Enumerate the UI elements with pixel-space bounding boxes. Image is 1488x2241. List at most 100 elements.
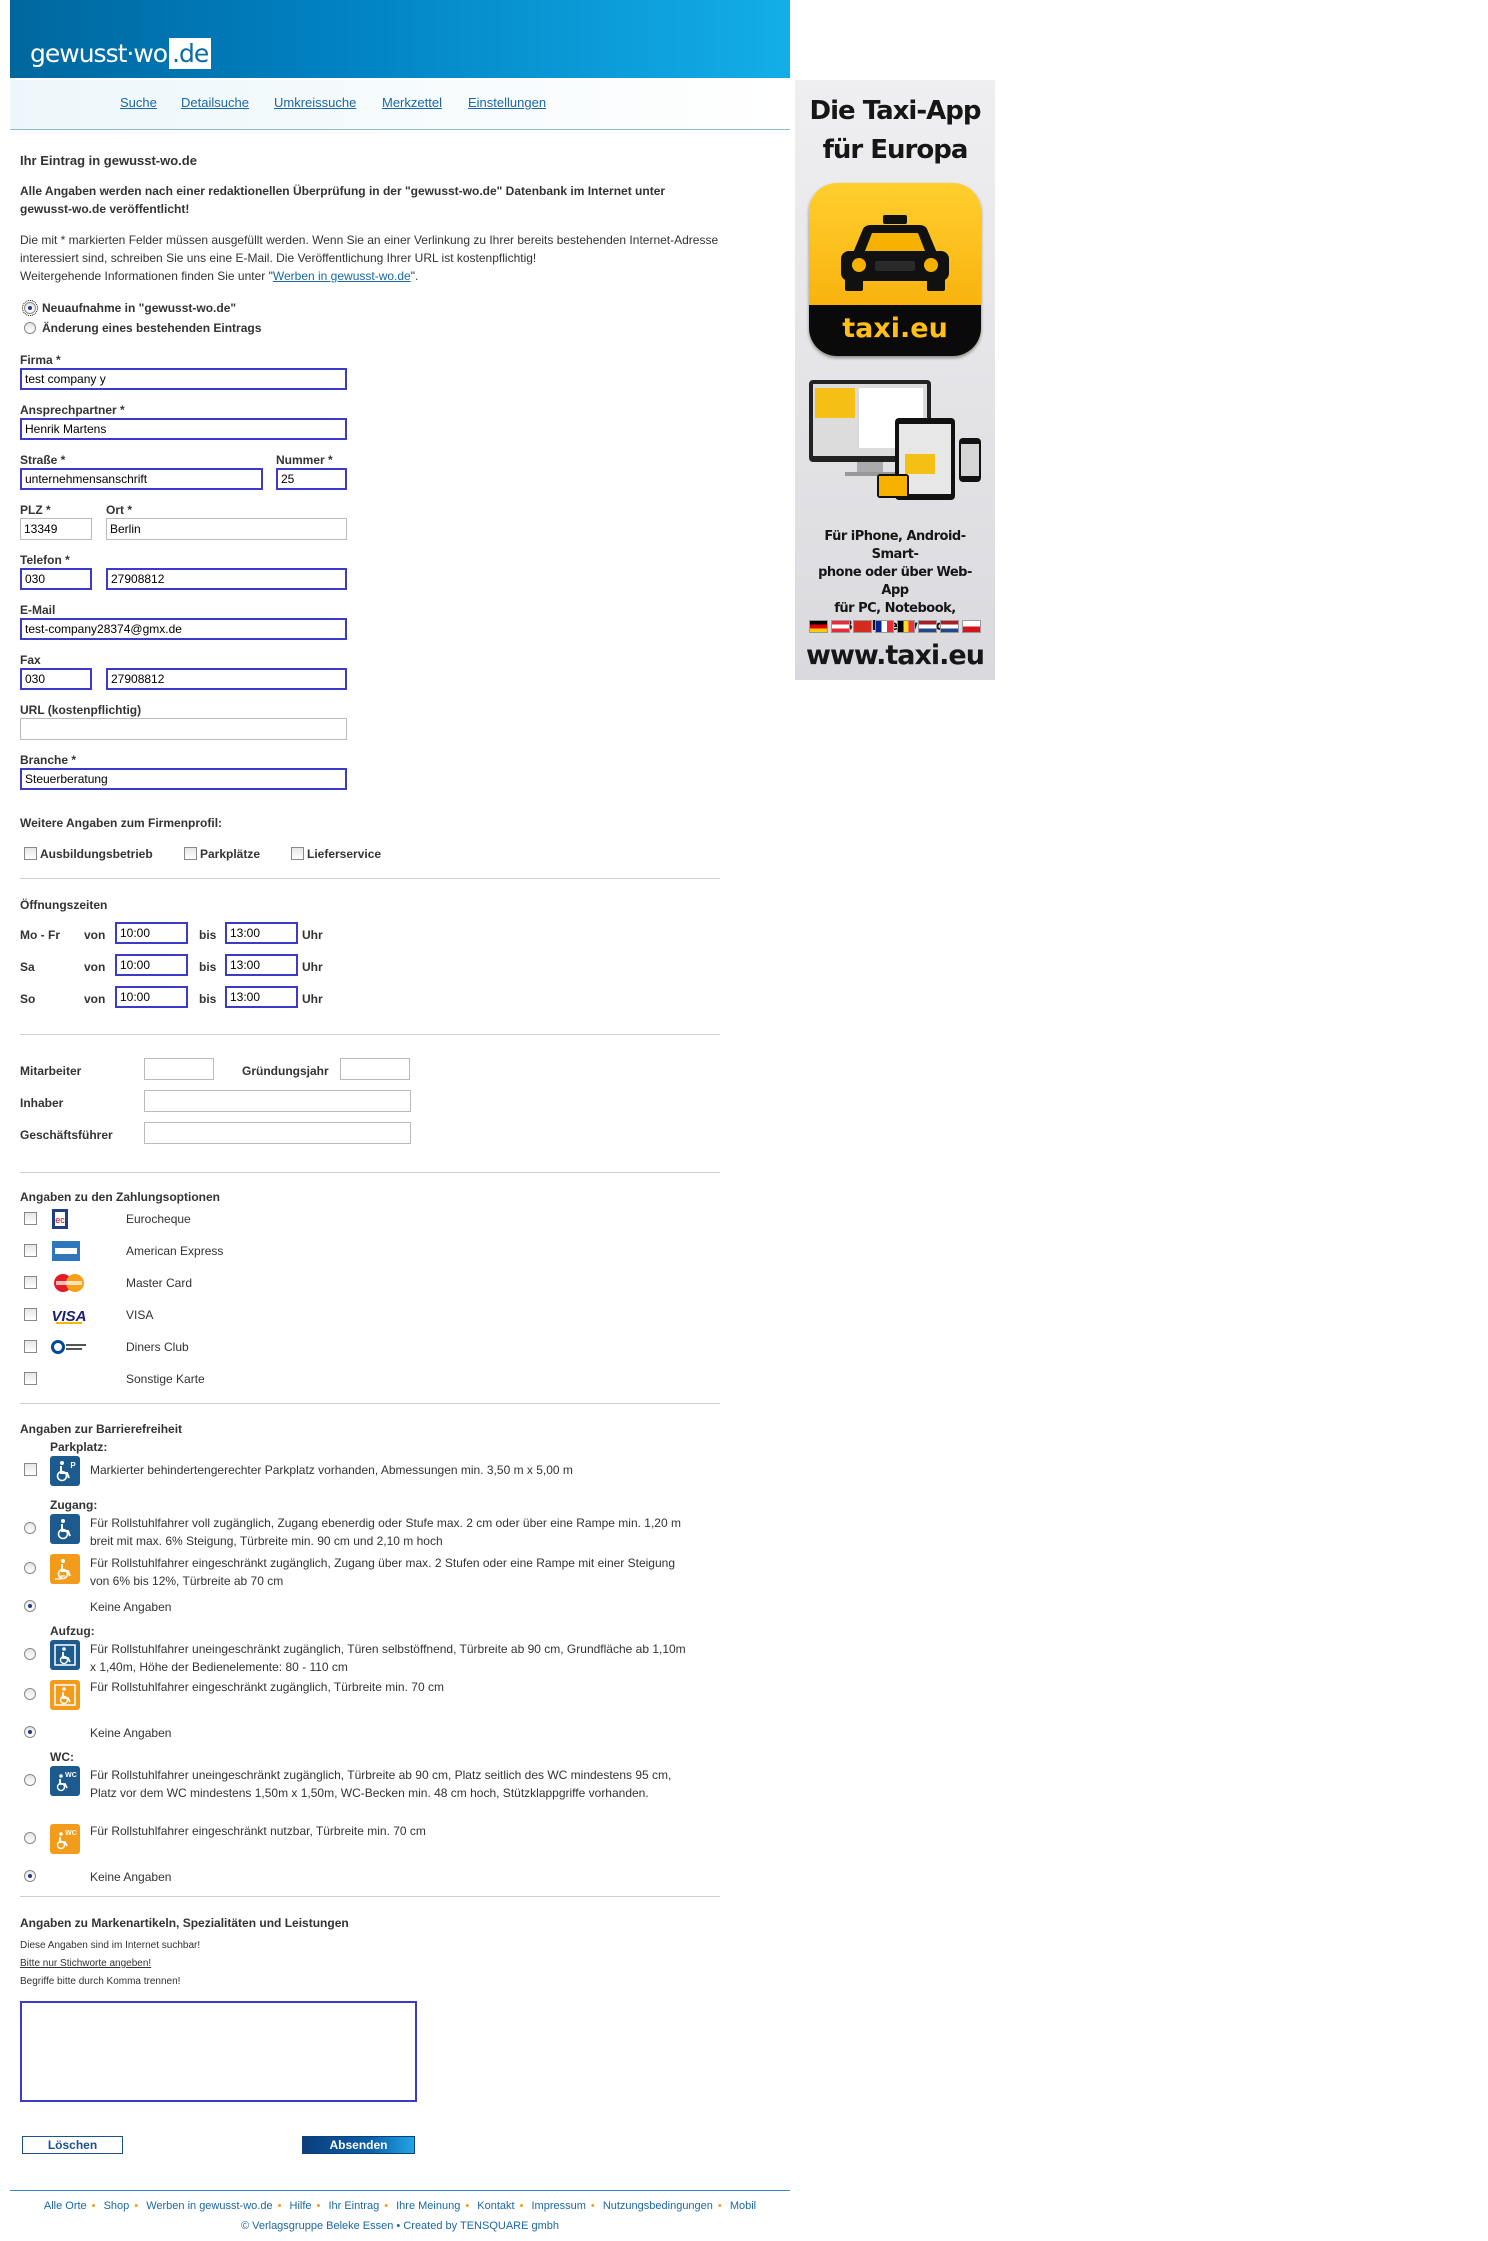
markenartikel-textarea[interactable] — [20, 2001, 417, 2102]
wc-voll-text: Für Rollstuhlfahrer uneingeschränkt zugä… — [90, 1768, 672, 1800]
aufzug-voll-radio[interactable] — [24, 1648, 36, 1660]
ort-field[interactable]: Berlin — [106, 518, 347, 540]
diners-club-icon — [50, 1336, 88, 1358]
aufzug-keine-radio[interactable] — [24, 1726, 36, 1738]
footer-link-impressum[interactable]: Impressum — [531, 2200, 585, 2212]
hours-to-field[interactable]: 13:00 — [225, 954, 298, 976]
wc-eingeschraenkt-radio[interactable] — [24, 1832, 36, 1844]
strasse-label: Straße * — [20, 453, 66, 467]
aufzug-eingeschraenkt-radio[interactable] — [24, 1688, 36, 1700]
nav-einstellungen[interactable]: Einstellungen — [468, 95, 546, 110]
hours-von-label: von — [84, 928, 106, 942]
header: gewusst·wo .de — [10, 0, 790, 78]
werben-link[interactable]: Werben in gewusst-wo.de — [273, 269, 411, 283]
hours-from-field[interactable]: 10:00 — [115, 954, 188, 976]
eurocheque-label: Eurocheque — [126, 1212, 191, 1226]
nav-merkzettel[interactable]: Merkzettel — [382, 95, 442, 110]
flag-icon — [830, 620, 850, 633]
branche-field[interactable]: Steuerberatung — [20, 768, 347, 790]
flag-icon — [874, 620, 894, 633]
markenartikel-hint: Bitte nur Stichworte angeben! — [20, 1958, 152, 1969]
submit-button[interactable]: Absenden — [302, 2136, 415, 2154]
fax-vorwahl-field[interactable]: 030 — [20, 668, 92, 690]
footer-link-shop[interactable]: Shop — [104, 2200, 130, 2212]
markenartikel-hint: Begriffe bitte durch Komma trennen! — [20, 1976, 181, 1987]
footer-link-werben[interactable]: Werben in gewusst-wo.de — [146, 2200, 272, 2212]
hours-to-field[interactable]: 13:00 — [225, 986, 298, 1008]
wc-keine-radio[interactable] — [24, 1870, 36, 1882]
nummer-label: Nummer * — [276, 453, 333, 467]
taxi-app-icon: taxi.eu — [809, 183, 981, 356]
telefon-nummer-field[interactable]: 27908812 — [106, 568, 347, 590]
hours-bis-label: bis — [199, 928, 217, 942]
geschaeftsfuehrer-field[interactable] — [144, 1122, 411, 1144]
eurocheque-checkbox[interactable] — [24, 1212, 37, 1225]
hours-to-field[interactable]: 13:00 — [225, 922, 298, 944]
nav-suche[interactable]: Suche — [120, 95, 157, 110]
svg-text:ec: ec — [55, 1215, 65, 1225]
hours-day-label: Sa — [20, 960, 35, 974]
footer-link-ihr-eintrag[interactable]: Ihr Eintrag — [328, 2200, 379, 2212]
taxi-advertisement[interactable]: Die Taxi-App für Europa taxi.eu Für iPho… — [795, 80, 995, 680]
diners-checkbox[interactable] — [24, 1340, 37, 1353]
mastercard-checkbox[interactable] — [24, 1276, 37, 1289]
lieferservice-checkbox[interactable] — [291, 847, 304, 860]
hours-uhr-label: Uhr — [302, 928, 323, 942]
fax-nummer-field[interactable]: 27908812 — [106, 668, 347, 690]
flag-icon — [809, 620, 828, 633]
visa-checkbox[interactable] — [24, 1308, 37, 1321]
zugang-keine-radio[interactable] — [24, 1600, 36, 1612]
footer-link-alle-orte[interactable]: Alle Orte — [44, 2200, 87, 2212]
inhaber-field[interactable] — [144, 1090, 411, 1112]
footer-divider — [10, 2190, 790, 2191]
zugang-eingeschraenkt-text: Für Rollstuhlfahrer eingeschränkt zugäng… — [90, 1556, 675, 1588]
zugang-eingeschraenkt-radio[interactable] — [24, 1562, 36, 1574]
strasse-field[interactable]: unternehmensanschrift — [20, 468, 263, 490]
amex-checkbox[interactable] — [24, 1244, 37, 1257]
parkplatz-checkbox[interactable] — [24, 1463, 37, 1476]
footer-separator: • — [590, 2200, 595, 2212]
radio-neuaufnahme-label: Neuaufnahme in "gewusst-wo.de" — [42, 301, 237, 315]
hours-bis-label: bis — [199, 992, 217, 1006]
footer-link-mobil[interactable]: Mobil — [730, 2200, 756, 2212]
parkplaetze-checkbox[interactable] — [184, 847, 197, 860]
plz-field[interactable]: 13349 — [20, 518, 92, 540]
wheelchair-limited-icon — [50, 1554, 80, 1584]
site-logo[interactable]: gewusst·wo .de — [30, 34, 212, 72]
hours-from-field[interactable]: 10:00 — [115, 922, 188, 944]
footer-link-kontakt[interactable]: Kontakt — [477, 2200, 514, 2212]
footer-link-nutzungsbedingungen[interactable]: Nutzungsbedingungen — [603, 2200, 713, 2212]
mitarbeiter-field[interactable] — [144, 1058, 214, 1080]
footer-link-ihre-meinung[interactable]: Ihre Meinung — [396, 2200, 460, 2212]
nav-umkreissuche[interactable]: Umkreissuche — [274, 95, 356, 110]
zugang-voll-radio[interactable] — [24, 1522, 36, 1534]
footer-separator: • — [519, 2200, 524, 2212]
gruendungsjahr-field[interactable] — [340, 1058, 410, 1080]
email-field[interactable]: test-company28374@gmx.de — [20, 618, 347, 640]
clear-button[interactable]: Löschen — [22, 2136, 123, 2154]
firma-label: Firma * — [20, 353, 61, 367]
ad-url[interactable]: www.taxi.eu — [795, 640, 995, 671]
ausbildungsbetrieb-checkbox[interactable] — [24, 847, 37, 860]
hours-from-field[interactable]: 10:00 — [115, 986, 188, 1008]
radio-aenderung[interactable] — [24, 322, 36, 334]
ad-brand: taxi.eu — [842, 313, 948, 344]
sonstige-karte-checkbox[interactable] — [24, 1372, 37, 1385]
footer-link-hilfe[interactable]: Hilfe — [290, 2200, 312, 2212]
markenartikel-hint: Diese Angaben sind im Internet suchbar! — [20, 1940, 201, 1951]
telefon-vorwahl-field[interactable]: 030 — [20, 568, 92, 590]
svg-text:WC: WC — [65, 1830, 77, 1837]
firma-field[interactable]: test company y — [20, 368, 347, 390]
ad-title-line2: für Europa — [822, 135, 969, 165]
hours-bis-label: bis — [199, 960, 217, 974]
nummer-field[interactable]: 25 — [276, 468, 347, 490]
wc-voll-radio[interactable] — [24, 1774, 36, 1786]
logo-tld: .de — [169, 37, 212, 69]
url-field[interactable] — [20, 718, 347, 740]
radio-neuaufnahme[interactable] — [22, 300, 38, 316]
radio-aenderung-label: Änderung eines bestehenden Eintrags — [42, 321, 262, 335]
nav-detailsuche[interactable]: Detailsuche — [181, 95, 249, 110]
ansprechpartner-field[interactable]: Henrik Martens — [20, 418, 347, 440]
wheelchair-elevator-limited-icon — [50, 1680, 80, 1710]
flag-icon — [962, 620, 981, 633]
